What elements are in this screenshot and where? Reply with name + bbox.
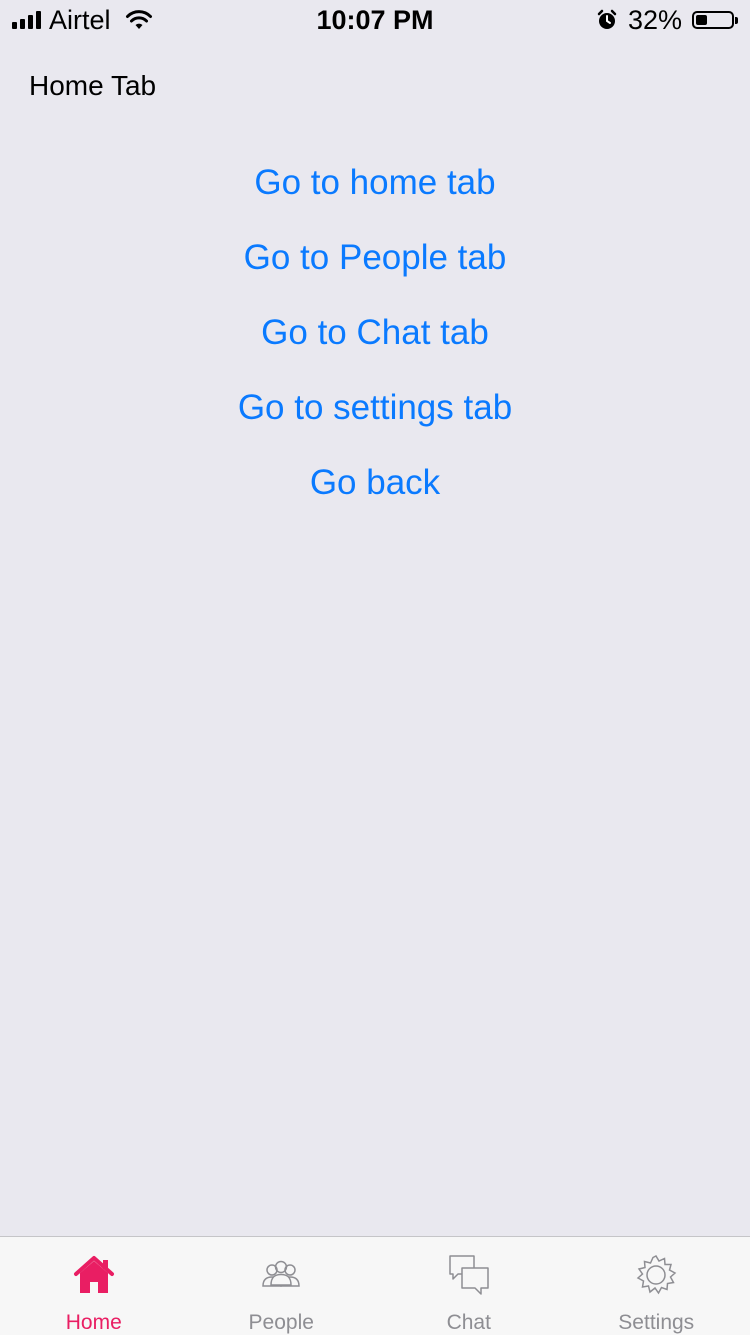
go-to-chat-tab-link[interactable]: Go to Chat tab (0, 295, 750, 370)
go-to-people-tab-link[interactable]: Go to People tab (0, 220, 750, 295)
screen-title: Home Tab (29, 68, 156, 104)
chat-icon (447, 1253, 491, 1297)
tab-people-label: People (249, 1311, 314, 1335)
battery-fill (696, 15, 707, 25)
tab-chat[interactable]: Chat (375, 1237, 563, 1335)
home-icon (72, 1253, 116, 1297)
people-icon (259, 1253, 303, 1297)
gear-icon (634, 1253, 678, 1297)
battery-percent: 32% (628, 5, 682, 36)
link-list: Go to home tab Go to People tab Go to Ch… (0, 145, 750, 520)
status-right: 32% (596, 6, 734, 34)
tab-home[interactable]: Home (0, 1237, 188, 1335)
go-to-home-tab-link[interactable]: Go to home tab (0, 145, 750, 220)
tab-settings-label: Settings (618, 1311, 694, 1335)
tab-people[interactable]: People (188, 1237, 376, 1335)
status-bar: Airtel 10:07 PM 32% (0, 0, 750, 40)
tab-chat-label: Chat (447, 1311, 491, 1335)
tab-bar: Home People Chat (0, 1236, 750, 1335)
go-to-settings-tab-link[interactable]: Go to settings tab (0, 370, 750, 445)
tab-home-label: Home (66, 1311, 122, 1335)
tab-settings[interactable]: Settings (563, 1237, 750, 1335)
alarm-icon (596, 9, 618, 31)
battery-icon (692, 11, 734, 29)
go-back-link[interactable]: Go back (0, 445, 750, 520)
